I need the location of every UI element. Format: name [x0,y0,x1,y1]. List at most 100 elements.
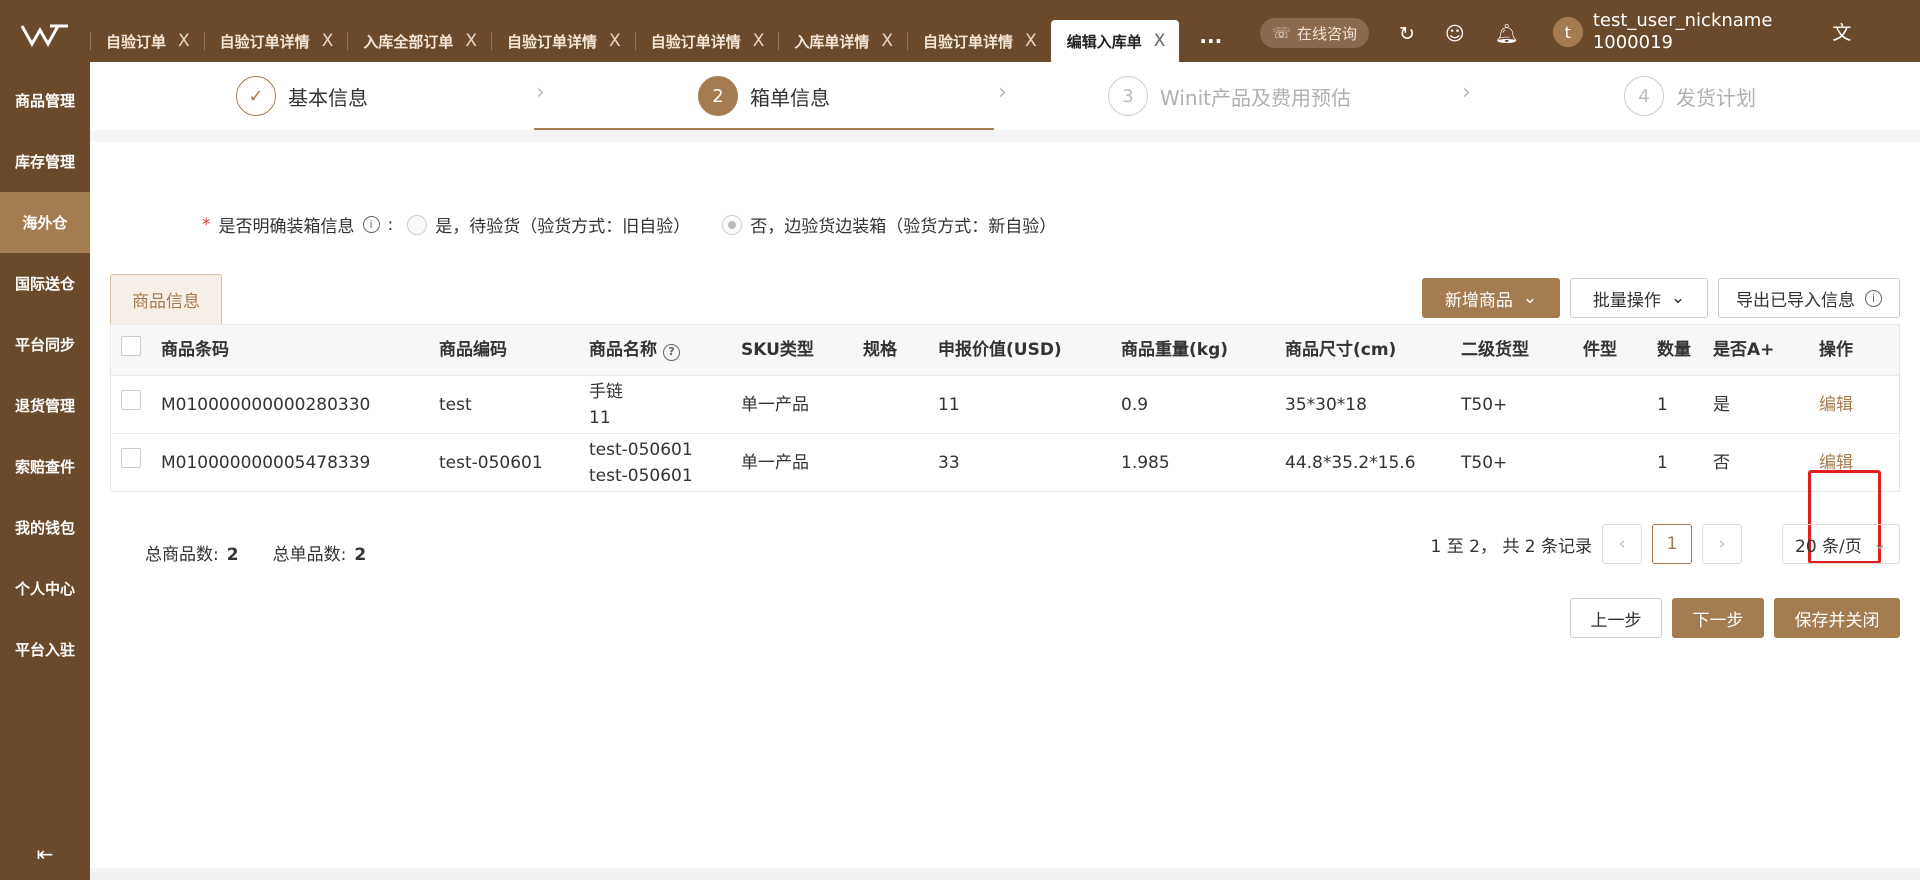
cell-quantity: 1 [1657,394,1668,415]
collapse-menu-icon[interactable]: ⇤ [0,842,90,866]
tab-product-info[interactable]: 商品信息 [110,274,222,324]
sidebar-item-platform-sync[interactable]: 平台同步 [0,314,90,375]
col-piece-type: 件型 [1583,340,1617,360]
button-label: 上一步 [1590,610,1642,631]
tab-close-icon[interactable]: X [1025,31,1037,51]
online-consult-button[interactable]: ☏ 在线咨询 [1260,18,1369,48]
cell-aplus: 否 [1713,452,1730,473]
step-winit-product[interactable]: 3 Winit产品及费用预估 [1108,62,1351,130]
total-single-items: 总单品数: 2 [273,540,367,565]
edit-link[interactable]: 编辑 [1809,449,1889,477]
col-aplus: 是否A+ [1713,340,1775,360]
save-and-close-button[interactable]: 保存并关闭 [1774,598,1900,638]
step-shipping-plan[interactable]: 4 发货计划 [1624,62,1756,130]
sidebar-item-inventory-management[interactable]: 库存管理 [0,131,90,192]
tab-label: 自验订单详情 [650,32,741,51]
step-basic-info[interactable]: ✓ 基本信息 [236,62,368,130]
select-all-checkbox[interactable] [111,335,151,365]
next-step-button[interactable]: 下一步 [1672,598,1764,638]
summary-value: 2 [226,545,239,565]
add-product-button[interactable]: 新增商品 ⌄ [1422,278,1560,318]
user-id: 1000019 [1592,32,1673,53]
tab-close-icon[interactable]: X [881,31,893,51]
username: test_user_nickname [1592,10,1773,31]
tab-close-icon[interactable]: X [753,31,765,51]
bottom-divider [90,872,1920,880]
sidebar-item-wallet[interactable]: 我的钱包 [0,497,90,558]
cell-aplus: 是 [1713,394,1730,415]
row-checkbox[interactable] [111,448,151,477]
prev-page-icon[interactable]: ‹ [1602,524,1642,564]
cell-barcode: M010000000000280330 [161,394,371,415]
sidebar: 商品管理 库存管理 海外仓 国际送仓 平台同步 退货管理 索赔查件 我的钱包 个… [0,0,90,880]
refresh-icon[interactable]: ↻ [1399,23,1415,45]
help-icon[interactable]: ? [662,343,680,361]
chevron-right-icon: › [998,80,1007,105]
tab-item[interactable]: 入库全部订单 X [347,20,491,62]
sidebar-item-product-management[interactable]: 商品管理 [0,70,90,131]
tab-label: 入库单详情 [794,32,870,51]
tab-close-icon[interactable]: X [609,31,621,51]
col-sku-type: SKU类型 [741,340,814,360]
sidebar-item-international-delivery[interactable]: 国际送仓 [0,253,90,314]
sidebar-item-platform-onboarding[interactable]: 平台入驻 [0,619,90,680]
sidebar-item-claims[interactable]: 索赔查件 [0,436,90,497]
tab-label: 自验订单详情 [507,32,598,51]
brand-logo[interactable] [0,0,90,70]
tab-close-icon[interactable]: X [178,31,190,51]
page-number[interactable]: 1 [1652,524,1692,564]
avatar: t [1552,17,1583,47]
tab-close-icon[interactable]: X [322,31,334,51]
tab-item[interactable]: 入库单详情 X [778,20,907,62]
tab-close-icon[interactable]: X [1154,31,1166,51]
feedback-icon[interactable]: ☺ [1445,23,1465,45]
export-imported-button[interactable]: 导出已导入信息 i [1718,278,1900,318]
step-label: 箱单信息 [750,85,830,110]
edit-link[interactable]: 编辑 [1809,391,1889,419]
tab-close-icon[interactable]: X [465,31,477,51]
packing-question-label: 是否明确装箱信息 [218,217,355,237]
button-label: 保存并关闭 [1794,610,1880,631]
radio-yes[interactable] [407,214,428,235]
table-row: M010000000000280330 test 手链 11 单一产品 11 0.… [111,375,1899,433]
translate-icon[interactable]: 文 [1832,18,1851,45]
button-label: 新增商品 [1444,290,1513,311]
radio-yes-label[interactable]: 是，待验货（验货方式：旧自验） [435,212,690,237]
pagination: 1 至 2， 共 2 条记录 ‹ 1 › 20 条/页 ⌄ [1431,524,1900,564]
main-content: ✓ 基本信息 › 2 箱单信息 › 3 Winit产品及费用预估 › 4 发货计… [90,62,1920,880]
cell-name: 手链 11 [579,379,731,431]
col-weight: 商品重量(kg) [1121,340,1229,360]
name-line: test-050601 [589,465,693,486]
page-size-select[interactable]: 20 条/页 ⌄ [1782,524,1900,564]
radio-no-label[interactable]: 否，边验货边装箱（验货方式：新自验） [750,212,1056,237]
user-menu[interactable]: t test_user_nickname 1000019 [1552,10,1773,54]
batch-operations-button[interactable]: 批量操作 ⌄ [1570,278,1708,318]
tab-item[interactable]: 自验订单 X [90,20,204,62]
tab-item[interactable]: 自验订单详情 X [907,20,1051,62]
tab-label: 自验订单 [106,32,167,51]
sidebar-item-overseas-warehouse[interactable]: 海外仓 [0,192,90,253]
sidebar-item-return-management[interactable]: 退货管理 [0,375,90,436]
tab-label: 自验订单详情 [923,32,1014,51]
row-checkbox[interactable] [111,390,151,419]
step-packing-info[interactable]: 2 箱单信息 [698,62,830,130]
col-name-label: 商品名称 [589,340,657,360]
info-icon[interactable]: i [362,216,380,233]
sidebar-item-personal-center[interactable]: 个人中心 [0,558,90,619]
col-spec: 规格 [863,340,897,360]
more-tabs-icon[interactable]: ··· [1199,20,1222,62]
prev-step-button[interactable]: 上一步 [1570,598,1662,638]
chevron-right-icon: › [536,80,545,105]
cell-weight: 0.9 [1121,394,1149,415]
tab-item[interactable]: 自验订单详情 X [491,20,635,62]
tab-item[interactable]: 自验订单详情 X [203,20,348,62]
tab-item-active[interactable]: 编辑入库单 X [1050,20,1180,62]
next-page-icon[interactable]: › [1702,524,1742,564]
cell-code: test-050601 [439,452,543,473]
tab-item[interactable]: 自验订单详情 X [634,20,779,62]
cell-sku-type: 单一产品 [741,394,809,415]
radio-no[interactable] [722,214,743,235]
cell-size: 44.8*35.2*15.6 [1285,452,1416,473]
step-label: 发货计划 [1676,85,1756,110]
bell-icon[interactable]: 🔔︎ [1495,22,1519,45]
